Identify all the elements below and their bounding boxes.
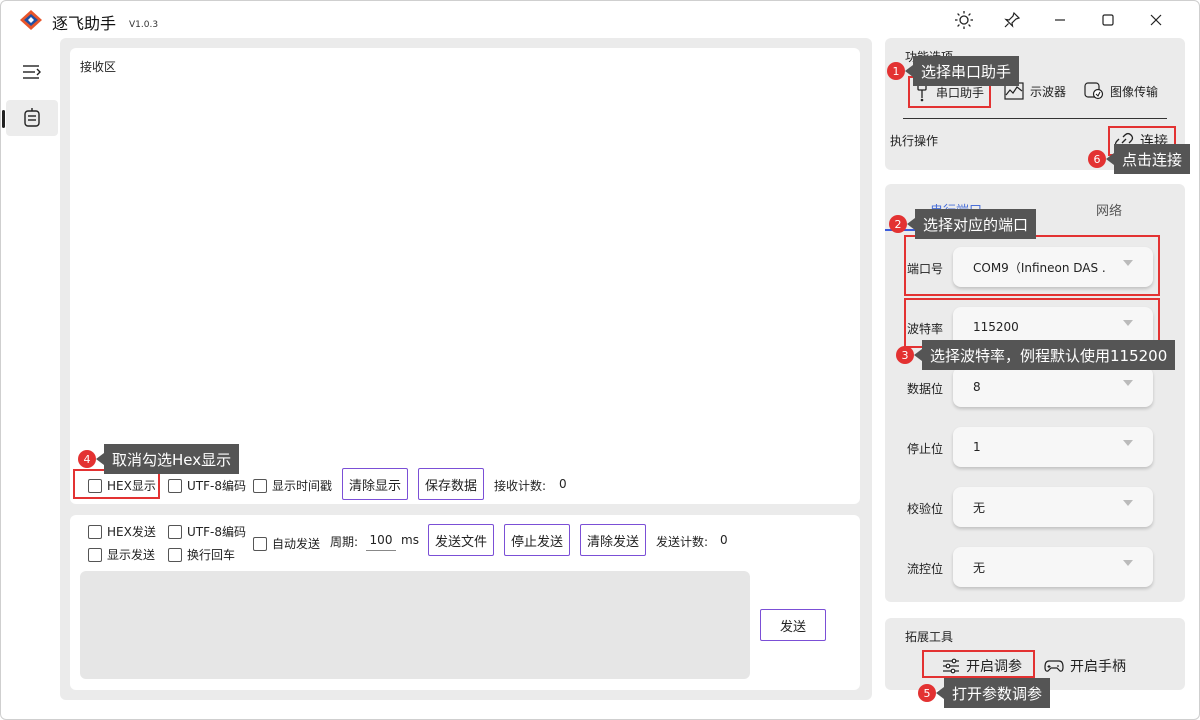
- chevron-down-icon: [1123, 380, 1133, 386]
- newline-box[interactable]: [168, 547, 182, 562]
- gamepad-icon: [1044, 660, 1064, 672]
- annotation-tip-4: 取消勾选Hex显示: [95, 444, 240, 474]
- annotation-tip-6: 点击连接: [1105, 144, 1191, 174]
- data-bits-label: 数据位: [907, 382, 944, 396]
- annotation-tip-2: 选择对应的端口: [906, 209, 1037, 239]
- annotation-badge-2: 2: [889, 215, 907, 233]
- stop-send-button[interactable]: 停止发送: [504, 524, 570, 556]
- save-data-button[interactable]: 保存数据: [418, 468, 484, 500]
- show-send-label: 显示发送: [107, 548, 156, 562]
- image-transfer-option[interactable]: 图像传输: [1084, 82, 1158, 100]
- stop-bits-select[interactable]: 1: [953, 427, 1153, 467]
- annotation-badge-3: 3: [896, 346, 914, 364]
- annotation-tip-3: 选择波特率，例程默认使用115200: [913, 340, 1176, 370]
- oscilloscope-label: 示波器: [1030, 84, 1067, 99]
- newline-checkbox[interactable]: 换行回车: [168, 546, 235, 563]
- send-count-value: 0: [720, 533, 728, 547]
- receive-count-value: 0: [559, 477, 567, 491]
- flow-control-value: 无: [973, 560, 986, 575]
- theme-sun-icon[interactable]: [952, 8, 976, 32]
- annotation-badge-5: 5: [918, 684, 936, 702]
- flow-control-label: 流控位: [907, 562, 944, 576]
- app-version: V1.0.3: [129, 20, 159, 30]
- utf8-send-checkbox[interactable]: UTF-8编码: [168, 523, 246, 540]
- parity-label: 校验位: [907, 502, 944, 516]
- utf8-receive-box[interactable]: [168, 478, 182, 493]
- robot-icon: [24, 108, 40, 127]
- close-icon[interactable]: [1144, 8, 1168, 32]
- utf8-receive-checkbox[interactable]: UTF-8编码: [168, 477, 246, 494]
- show-send-checkbox[interactable]: 显示发送: [88, 546, 155, 563]
- show-send-box[interactable]: [88, 547, 102, 562]
- sidebar-active-indicator: [2, 110, 5, 128]
- auto-send-label: 自动发送: [272, 537, 321, 551]
- image-transfer-icon: [1084, 82, 1104, 100]
- annotation-box-2: [904, 235, 1160, 296]
- hex-send-box[interactable]: [88, 524, 102, 539]
- newline-label: 换行回车: [187, 548, 236, 562]
- send-input[interactable]: [80, 571, 750, 679]
- auto-send-checkbox[interactable]: 自动发送: [253, 535, 320, 552]
- stop-bits-value: 1: [973, 440, 981, 454]
- flow-control-select[interactable]: 无: [953, 547, 1153, 587]
- gamepad-label: 开启手柄: [1070, 659, 1126, 675]
- chevron-down-icon: [1123, 500, 1133, 506]
- timestamp-box[interactable]: [253, 478, 267, 493]
- maximize-icon[interactable]: [1096, 8, 1120, 32]
- receive-count-label: 接收计数:: [494, 479, 547, 493]
- menu-toggle-button[interactable]: [6, 54, 58, 90]
- send-file-button[interactable]: 发送文件: [428, 524, 494, 556]
- hex-send-label: HEX发送: [107, 525, 156, 539]
- app-title: 逐飞助手: [52, 14, 117, 33]
- tab-network[interactable]: 网络: [1096, 200, 1122, 219]
- chevron-down-icon: [1123, 560, 1133, 566]
- hex-send-checkbox[interactable]: HEX发送: [88, 523, 156, 540]
- image-transfer-label: 图像传输: [1110, 84, 1159, 99]
- utf8-send-box[interactable]: [168, 524, 182, 539]
- annotation-badge-1: 1: [887, 62, 905, 80]
- annotation-badge-4: 4: [78, 450, 96, 468]
- options-divider: [903, 118, 1167, 119]
- data-bits-value: 8: [973, 380, 981, 394]
- chevron-down-icon: [1123, 440, 1133, 446]
- title-bar: 逐飞助手 V1.0.3: [0, 0, 1200, 38]
- annotation-badge-6: 6: [1088, 150, 1106, 168]
- send-count-label: 发送计数:: [656, 535, 709, 549]
- annotation-box-5: [922, 650, 1035, 678]
- period-label: 周期:: [330, 535, 359, 549]
- auto-send-box[interactable]: [253, 536, 267, 551]
- parity-select[interactable]: 无: [953, 487, 1153, 527]
- receive-area[interactable]: [70, 48, 860, 504]
- annotation-tip-5: 打开参数调参: [935, 678, 1051, 708]
- timestamp-label: 显示时间戳: [272, 479, 333, 493]
- annotation-tip-1: 选择串口助手: [904, 56, 1020, 86]
- clear-display-button[interactable]: 清除显示: [342, 468, 408, 500]
- stop-bits-label: 停止位: [907, 442, 944, 456]
- extension-tools-title: 拓展工具: [905, 630, 954, 644]
- receive-area-label: 接收区: [80, 60, 117, 74]
- sidebar-item-assistant[interactable]: [6, 100, 58, 136]
- gamepad-button[interactable]: 开启手柄: [1044, 656, 1126, 676]
- menu-expand-icon: [23, 65, 41, 79]
- clear-send-button[interactable]: 清除发送: [580, 524, 646, 556]
- period-unit: ms: [401, 533, 419, 547]
- data-bits-select[interactable]: 8: [953, 367, 1153, 407]
- utf8-send-label: UTF-8编码: [187, 525, 246, 539]
- period-input[interactable]: 100: [366, 533, 396, 551]
- send-button[interactable]: 发送: [760, 609, 826, 641]
- parity-value: 无: [973, 500, 986, 515]
- app-logo-icon: [20, 10, 42, 30]
- utf8-receive-label: UTF-8编码: [187, 479, 246, 493]
- exec-label: 执行操作: [890, 134, 939, 148]
- minimize-icon[interactable]: [1048, 8, 1072, 32]
- timestamp-checkbox[interactable]: 显示时间戳: [253, 477, 332, 494]
- pin-icon[interactable]: [1000, 8, 1024, 32]
